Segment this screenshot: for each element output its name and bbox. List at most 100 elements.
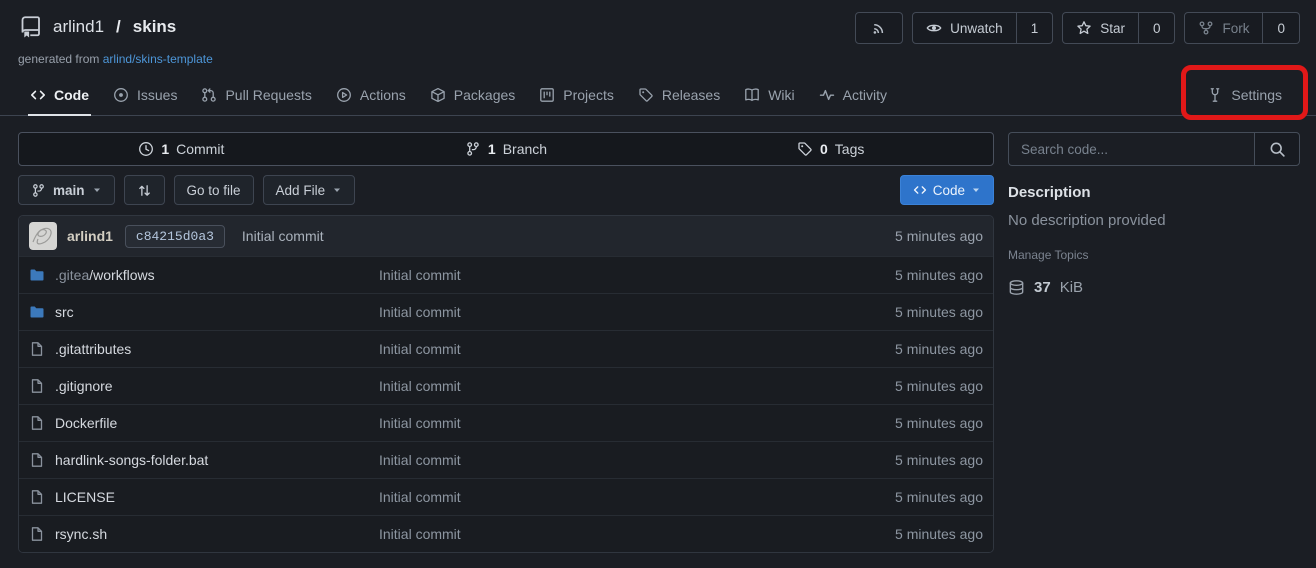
tab-activity[interactable]: Activity [807, 75, 899, 115]
file-link[interactable]: hardlink-songs-folder.bat [55, 452, 208, 468]
file-row: Dockerfile Initial commit 5 minutes ago [19, 404, 993, 441]
fork-icon [1198, 20, 1214, 36]
file-commit-message[interactable]: Initial commit [379, 489, 895, 505]
file-link[interactable]: .gitea/workflows [55, 267, 155, 283]
fork-count-button[interactable]: 0 [1263, 12, 1300, 44]
commit-message-link[interactable]: Initial commit [242, 228, 324, 244]
file-commit-message[interactable]: Initial commit [379, 452, 895, 468]
file-link[interactable]: .gitignore [55, 378, 113, 394]
tab-issues[interactable]: Issues [101, 75, 189, 115]
code-download-button[interactable]: Code [900, 175, 994, 205]
fork-group: Fork 0 [1184, 12, 1300, 44]
file-commit-message[interactable]: Initial commit [379, 415, 895, 431]
file-commit-message[interactable]: Initial commit [379, 378, 895, 394]
history-icon [138, 141, 154, 157]
file-icon [29, 415, 45, 431]
tab-code[interactable]: Code [18, 75, 101, 115]
file-icon [29, 341, 45, 357]
database-icon [1008, 279, 1025, 296]
file-link[interactable]: .gitattributes [55, 341, 131, 357]
file-commit-time: 5 minutes ago [895, 378, 983, 394]
file-icon [29, 452, 45, 468]
search-icon [1269, 141, 1286, 158]
file-commit-message[interactable]: Initial commit [379, 267, 895, 283]
settings-tab-wrap: Settings [1195, 75, 1294, 115]
file-commit-message[interactable]: Initial commit [379, 526, 895, 542]
code-icon [913, 183, 927, 197]
search-button[interactable] [1254, 132, 1300, 166]
manage-topics-link[interactable]: Manage Topics [1008, 248, 1089, 262]
file-row: rsync.sh Initial commit 5 minutes ago [19, 515, 993, 552]
tab-releases[interactable]: Releases [626, 75, 732, 115]
repo-size: 37 KiB [1008, 279, 1300, 296]
repo-owner-link[interactable]: arlind1 [53, 17, 104, 37]
file-link[interactable]: src [55, 304, 74, 320]
rss-button[interactable] [855, 12, 903, 44]
content: 1 Commit 1 Branch [0, 116, 1316, 553]
file-row: .gitignore Initial commit 5 minutes ago [19, 367, 993, 404]
watch-count-button[interactable]: 1 [1017, 12, 1054, 44]
go-to-file-button[interactable]: Go to file [174, 175, 254, 205]
issue-icon [113, 87, 129, 103]
tab-settings[interactable]: Settings [1195, 87, 1294, 103]
file-commit-message[interactable]: Initial commit [379, 304, 895, 320]
main-column: 1 Commit 1 Branch [18, 132, 994, 553]
branch-selector[interactable]: main [18, 175, 115, 205]
file-link[interactable]: LICENSE [55, 489, 115, 505]
tab-packages[interactable]: Packages [418, 75, 527, 115]
repo-title: arlind1 / skins [18, 12, 176, 39]
star-count-button[interactable]: 0 [1139, 12, 1176, 44]
watch-group: Unwatch 1 [912, 12, 1053, 44]
star-group: Star 0 [1062, 12, 1175, 44]
tab-wiki[interactable]: Wiki [732, 75, 806, 115]
fork-button[interactable]: Fork [1184, 12, 1263, 44]
branch-icon [31, 183, 46, 198]
file-commit-time: 5 minutes ago [895, 304, 983, 320]
star-button[interactable]: Star [1062, 12, 1139, 44]
compare-button[interactable] [124, 175, 165, 205]
code-icon [30, 87, 46, 103]
commits-stat[interactable]: 1 Commit [19, 141, 344, 157]
file-link[interactable]: Dockerfile [55, 415, 117, 431]
template-repo-link[interactable]: arlind/skins-template [103, 52, 213, 66]
book-icon [744, 87, 760, 103]
avatar[interactable] [29, 222, 57, 250]
file-commit-time: 5 minutes ago [895, 526, 983, 542]
actions-icon [336, 87, 352, 103]
eye-icon [926, 20, 942, 36]
description-heading: Description [1008, 184, 1300, 201]
file-table: arlind1 c84215d0a3 Initial commit 5 minu… [18, 215, 994, 553]
tab-projects[interactable]: Projects [527, 75, 626, 115]
file-commit-message[interactable]: Initial commit [379, 341, 895, 357]
commit-time: 5 minutes ago [895, 228, 983, 244]
unwatch-button[interactable]: Unwatch [912, 12, 1017, 44]
commit-author-link[interactable]: arlind1 [67, 228, 113, 244]
latest-commit-row: arlind1 c84215d0a3 Initial commit 5 minu… [19, 216, 993, 256]
file-commit-time: 5 minutes ago [895, 489, 983, 505]
file-icon [29, 378, 45, 394]
repo-name-link[interactable]: skins [133, 17, 176, 37]
tag-icon [797, 141, 813, 157]
file-row: .gitea/workflows Initial commit 5 minute… [19, 256, 993, 293]
tab-actions[interactable]: Actions [324, 75, 418, 115]
add-file-button[interactable]: Add File [263, 175, 356, 205]
file-commit-time: 5 minutes ago [895, 267, 983, 283]
star-icon [1076, 20, 1092, 36]
pulse-icon [819, 87, 835, 103]
tab-bar-spacer [899, 75, 1195, 115]
folder-icon [29, 267, 45, 283]
folder-icon [29, 304, 45, 320]
branches-stat[interactable]: 1 Branch [344, 141, 669, 157]
commit-hash-chip[interactable]: c84215d0a3 [125, 225, 225, 248]
repo-sidebar: Description No description provided Mana… [1008, 132, 1300, 296]
branch-icon [465, 141, 481, 157]
tags-stat[interactable]: 0 Tags [668, 141, 993, 157]
file-commit-time: 5 minutes ago [895, 341, 983, 357]
repo-tab-bar: Code Issues Pull Requests Actions [0, 75, 1316, 116]
header-actions: Unwatch 1 Star 0 [855, 12, 1300, 44]
search-input[interactable] [1008, 132, 1254, 166]
file-link[interactable]: rsync.sh [55, 526, 107, 542]
code-search [1008, 132, 1300, 166]
compare-icon [137, 183, 152, 198]
tab-pull-requests[interactable]: Pull Requests [189, 75, 323, 115]
